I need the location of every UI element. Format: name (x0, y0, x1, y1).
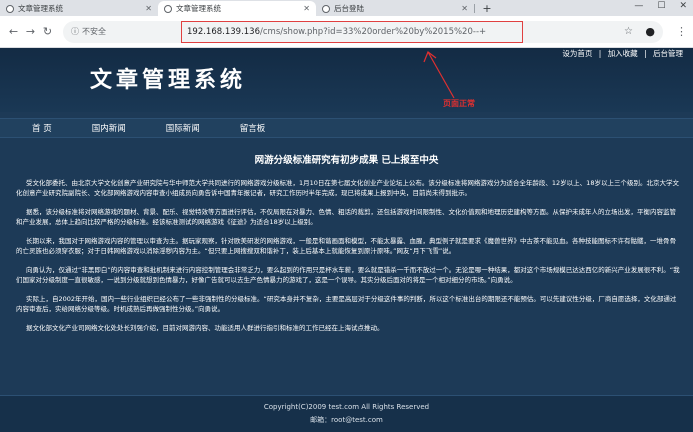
globe-icon (6, 4, 14, 13)
site-header: 文章管理系统 设为首页 | 加入收藏 | 后台管理 页面正常 (0, 48, 693, 112)
star-icon[interactable]: ☆ (624, 26, 633, 37)
email-text: 邮箱：root@test.com (310, 416, 383, 424)
link-separator: | (644, 49, 647, 58)
top-links: 设为首页 | 加入收藏 | 后台管理 (560, 48, 685, 59)
article-paragraph: 受文化部委托、由北京大学文化创意产业研究院与华中师范大学共同进行的网络游戏分级标… (16, 179, 679, 197)
browser-tab-3[interactable]: 后台登陆 ✕ (316, 1, 474, 16)
maximize-icon[interactable]: ☐ (657, 1, 665, 11)
url-path: /cms/show.php?id=33%20order%20by%2015%20… (260, 26, 487, 37)
nav-guestbook[interactable]: 留言板 (225, 122, 281, 134)
nav-domestic-news[interactable]: 国内新闻 (77, 122, 141, 134)
web-page: 文章管理系统 设为首页 | 加入收藏 | 后台管理 页面正常 首 页 国内新闻 … (0, 48, 693, 432)
close-icon[interactable]: ✕ (303, 4, 310, 13)
back-arrow-icon[interactable]: ← (6, 25, 21, 38)
window-controls: — ☐ ✕ (634, 1, 687, 11)
minimize-icon[interactable]: — (634, 1, 643, 11)
url-highlight-box: 192.168.139.136/cms/show.php?id=33%20ord… (181, 20, 523, 43)
set-homepage-link[interactable]: 设为首页 (562, 49, 592, 58)
article-paragraph: 长期以来，我国对于网络游戏内容的管理以审查为主。据玩家观察，针对欧美研发的网络游… (16, 237, 676, 255)
globe-icon (164, 4, 172, 13)
article-body: 受文化部委托、由北京大学文化创意产业研究院与华中师范大学共同进行的网络游戏分级标… (16, 178, 680, 342)
tab-title: 后台登陆 (334, 4, 364, 13)
admin-link[interactable]: 后台管理 (653, 49, 683, 58)
add-favorite-link[interactable]: 加入收藏 (608, 49, 638, 58)
info-icon[interactable]: ⓘ (71, 26, 79, 37)
copyright-text: Copyright(C)2009 test.com All Rights Res… (263, 403, 430, 411)
browser-tab-1[interactable]: 文章管理系统 ✕ (0, 1, 158, 16)
annotation-text: 页面正常 (443, 99, 475, 108)
browser-toolbar: ← → ↻ ⓘ 不安全 192.168.139.136/cms/show.php… (0, 16, 693, 48)
article-title: 网游分级标准研究有初步成果 已上报至中央 (254, 155, 439, 166)
profile-icon[interactable]: ● (645, 25, 655, 38)
reload-icon[interactable]: ↻ (40, 25, 55, 38)
link-separator: | (598, 49, 602, 58)
browser-tab-bar: 文章管理系统 ✕ 文章管理系统 ✕ 后台登陆 ✕ + — ☐ ✕ (0, 0, 693, 16)
close-icon[interactable]: ✕ (145, 4, 152, 13)
article-paragraph: 向勇认为，仅通过“非黑即白”的内容审查和批机制来进行内容控制管理会非常乏力，要么… (16, 266, 680, 284)
article-paragraph: 据悉，该分级标准将对网络游戏的题材、背景、配乐、视觉特效等方面进行评估，不仅局限… (16, 208, 676, 226)
article-paragraph: 据文化部文化产业司网络文化处处长刘强介绍，目前对网游内容、功能适用人群进行指引和… (26, 324, 384, 332)
annotation-arrow-icon (423, 51, 455, 99)
forward-arrow-icon[interactable]: → (23, 25, 38, 38)
nav-international-news[interactable]: 国际新闻 (151, 122, 215, 134)
article-paragraph: 实际上，自2002年开始，国内一些行业组织已经公布了一些非强制性的分级标准。“研… (16, 295, 677, 313)
nav-home[interactable]: 首 页 (14, 122, 67, 134)
tab-title: 文章管理系统 (18, 4, 63, 13)
url-host: 192.168.139.136 (187, 26, 261, 37)
site-nav: 首 页 国内新闻 国际新闻 留言板 (0, 118, 693, 138)
close-window-icon[interactable]: ✕ (679, 1, 687, 11)
close-icon[interactable]: ✕ (461, 4, 468, 13)
insecure-label: 不安全 (82, 27, 106, 36)
globe-icon (322, 4, 330, 13)
site-footer: Copyright(C)2009 test.com All Rights Res… (0, 395, 693, 432)
menu-dots-icon[interactable]: ⋮ (676, 25, 687, 38)
site-title: 文章管理系统 (90, 67, 247, 93)
tab-separator (474, 3, 475, 13)
plus-icon[interactable]: + (479, 1, 495, 16)
address-bar[interactable]: ⓘ 不安全 192.168.139.136/cms/show.php?id=33… (63, 20, 663, 43)
browser-tab-2[interactable]: 文章管理系统 ✕ (158, 1, 316, 16)
tab-title: 文章管理系统 (176, 4, 221, 13)
